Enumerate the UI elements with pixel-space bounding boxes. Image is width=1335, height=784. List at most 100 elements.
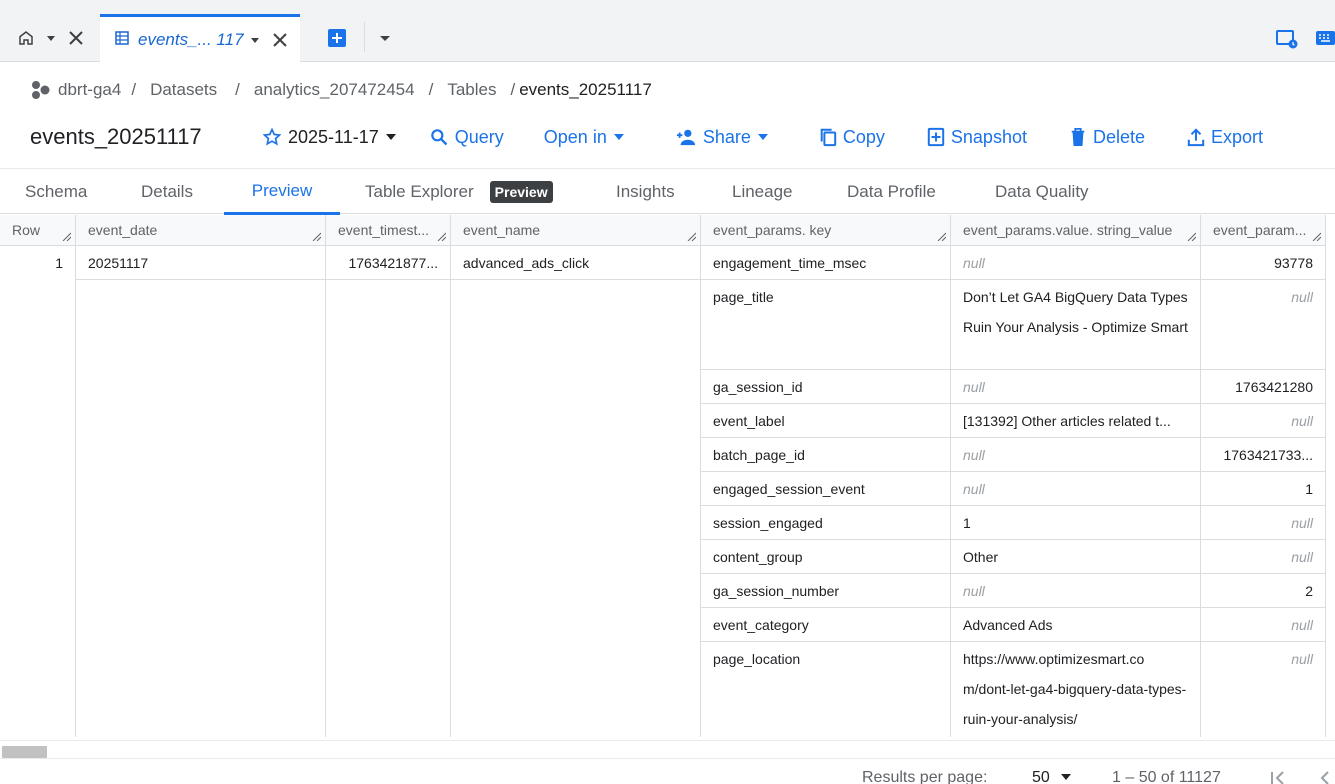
tab-events-table[interactable]: events_... 117: [100, 14, 300, 62]
cell-param-int-value[interactable]: null: [1201, 608, 1326, 642]
scheduled-query-icon[interactable]: [1276, 29, 1298, 49]
preview-grid: Row event_date event_timest... event_nam…: [0, 215, 1335, 737]
scrollbar-thumb[interactable]: [2, 746, 47, 758]
snapshot-button[interactable]: Snapshot: [927, 127, 1027, 148]
cell-param-string-value[interactable]: [131392] Other articles related t...: [951, 404, 1201, 438]
snapshot-date-selector[interactable]: 2025-11-17: [262, 127, 403, 148]
breadcrumb-project[interactable]: dbrt-ga4: [58, 80, 121, 100]
cell-event-date[interactable]: 20251117: [76, 246, 326, 280]
resize-handle-icon: [437, 232, 446, 241]
cell-param-key[interactable]: page_title: [701, 280, 951, 370]
column-header-label: event_params. key: [713, 222, 832, 238]
previous-page-icon[interactable]: [1318, 771, 1330, 784]
tab-data-profile[interactable]: Data Profile: [847, 169, 936, 215]
chevron-down-icon: [757, 134, 768, 140]
column-header[interactable]: Row: [0, 215, 76, 246]
cell-param-string-value[interactable]: 1: [951, 506, 1201, 540]
cell-param-string-value[interactable]: Don’t Let GA4 BigQuery Data Types Ruin Y…: [951, 280, 1201, 370]
upload-icon: [1187, 128, 1205, 147]
cell-param-key[interactable]: batch_page_id: [701, 438, 951, 472]
close-icon[interactable]: [68, 30, 84, 46]
column-header-label: event_params.value. string_value: [963, 222, 1173, 238]
copy-button[interactable]: Copy: [819, 127, 885, 148]
cell-event-name[interactable]: advanced_ads_click: [451, 246, 701, 280]
open-in-button[interactable]: Open in: [544, 127, 631, 148]
cell-param-int-value[interactable]: 1: [1201, 472, 1326, 506]
breadcrumb-separator: /: [235, 80, 240, 99]
cell-param-string-value[interactable]: null: [951, 574, 1201, 608]
query-label: Query: [454, 126, 504, 147]
cell-param-int-value[interactable]: 1763421733...: [1201, 438, 1326, 472]
tab-insights[interactable]: Insights: [616, 169, 675, 215]
breadcrumb: dbrt-ga4 / Datasets / analytics_20747245…: [30, 78, 652, 102]
cell-param-key[interactable]: page_location: [701, 642, 951, 737]
cell-event-timestamp[interactable]: 1763421877...: [326, 246, 451, 280]
column-header[interactable]: event_params. key: [701, 215, 951, 246]
star-icon: [262, 127, 282, 146]
table-toolbar: 2025-11-17 Query Open in Share Copy Snap…: [262, 122, 1263, 152]
tab-lineage[interactable]: Lineage: [732, 169, 793, 215]
results-per-page-label: Results per page:: [862, 769, 988, 784]
column-header[interactable]: event_name: [451, 215, 701, 246]
tab-schema[interactable]: Schema: [25, 169, 87, 215]
cell-param-key[interactable]: session_engaged: [701, 506, 951, 540]
keyboard-icon[interactable]: [1316, 29, 1335, 47]
cell-param-key[interactable]: content_group: [701, 540, 951, 574]
cell-param-string-value[interactable]: Other: [951, 540, 1201, 574]
cell-param-int-value[interactable]: 2: [1201, 574, 1326, 608]
cell-param-key[interactable]: engaged_session_event: [701, 472, 951, 506]
tab-preview[interactable]: Preview: [224, 169, 340, 215]
cell-param-int-value[interactable]: null: [1201, 280, 1326, 370]
tab-strip: events_... 117: [0, 0, 1335, 62]
cell-param-int-value[interactable]: null: [1201, 540, 1326, 574]
cell-param-string-value[interactable]: https://www.optimizesmart.co m/dont-let-…: [951, 642, 1201, 737]
cell-param-string-value[interactable]: null: [951, 438, 1201, 472]
tab-table-explorer[interactable]: Table Explorer Preview: [365, 169, 553, 215]
resize-handle-icon: [937, 232, 946, 241]
tab-details[interactable]: Details: [141, 169, 193, 215]
cell-param-key[interactable]: engagement_time_msec: [701, 246, 951, 280]
column-header[interactable]: event_timest...: [326, 215, 451, 246]
delete-button[interactable]: Delete: [1069, 127, 1145, 148]
tab-data-quality[interactable]: Data Quality: [995, 169, 1089, 215]
query-button[interactable]: Query: [429, 127, 504, 148]
cell-param-int-value[interactable]: null: [1201, 642, 1326, 737]
breadcrumb-separator: /: [428, 80, 434, 99]
cell-param-string-value[interactable]: null: [951, 472, 1201, 506]
column-header[interactable]: event_param...: [1201, 215, 1326, 246]
cell-param-int-value[interactable]: 93778: [1201, 246, 1326, 280]
cell-param-key[interactable]: ga_session_id: [701, 370, 951, 404]
horizontal-scrollbar[interactable]: [0, 740, 1335, 758]
breadcrumb-dataset[interactable]: analytics_207472454: [254, 80, 415, 100]
chevron-down-icon[interactable]: [46, 33, 56, 43]
cell-param-int-value[interactable]: 1763421280: [1201, 370, 1326, 404]
cell-param-string-value[interactable]: null: [951, 370, 1201, 404]
cell-param-int-value[interactable]: null: [1201, 404, 1326, 438]
breadcrumb-tables[interactable]: Tables: [447, 80, 496, 100]
column-header-label: Row: [12, 222, 41, 238]
cell-param-int-value[interactable]: null: [1201, 506, 1326, 540]
column-header[interactable]: event_date: [76, 215, 326, 246]
breadcrumb-datasets[interactable]: Datasets: [150, 80, 217, 100]
chevron-down-icon[interactable]: [250, 35, 260, 45]
table-icon: [114, 30, 130, 49]
detail-tabs: Schema Details Preview Table Explorer Pr…: [0, 168, 1335, 215]
project-icon: [30, 80, 52, 100]
cell-param-key[interactable]: event_category: [701, 608, 951, 642]
cell-param-string-value[interactable]: null: [951, 246, 1201, 280]
resize-handle-icon: [687, 232, 696, 241]
results-per-page-select[interactable]: 50: [1032, 769, 1072, 784]
export-button[interactable]: Export: [1187, 127, 1263, 148]
share-button[interactable]: Share: [675, 127, 775, 148]
first-page-icon[interactable]: [1270, 771, 1286, 784]
breadcrumb-separator: /: [510, 80, 516, 99]
cell-param-key[interactable]: ga_session_number: [701, 574, 951, 608]
home-icon[interactable]: [18, 30, 34, 46]
cell-param-string-value[interactable]: Advanced Ads: [951, 608, 1201, 642]
new-tab-icon[interactable]: [328, 29, 346, 47]
home-tab[interactable]: [0, 16, 98, 60]
column-header[interactable]: event_params.value. string_value: [951, 215, 1201, 246]
chevron-down-icon[interactable]: [379, 33, 391, 43]
cell-param-key[interactable]: event_label: [701, 404, 951, 438]
close-icon[interactable]: [272, 32, 288, 48]
